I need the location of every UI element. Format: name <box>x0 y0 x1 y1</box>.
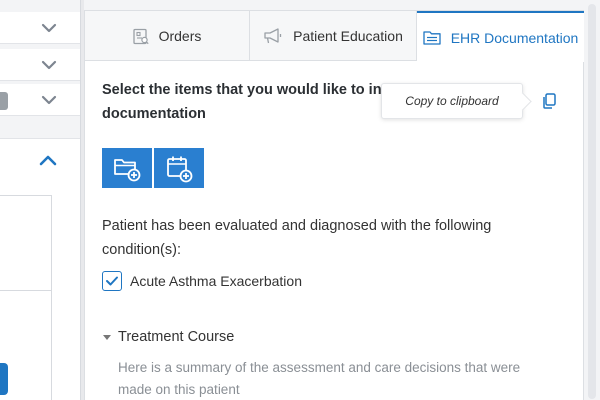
expanded-section <box>0 138 80 400</box>
tab-label: Orders <box>158 28 202 44</box>
tab-bar: Orders Patient Education EHR Documentati… <box>85 11 584 62</box>
collapsed-row[interactable] <box>0 12 80 44</box>
megaphone-icon <box>264 28 282 44</box>
collapsed-row[interactable] <box>0 84 80 116</box>
app-window: Orders Patient Education EHR Documentati… <box>0 0 600 400</box>
condition-checkbox[interactable] <box>102 271 122 291</box>
tooltip-text: Copy to clipboard <box>405 94 499 108</box>
scrollbar-thumb[interactable] <box>588 4 596 399</box>
copy-icon[interactable] <box>540 92 558 110</box>
tab-content: Select the items that you would like to … <box>85 61 583 400</box>
status-badge <box>0 92 8 110</box>
condition-label: Acute Asthma Exacerbation <box>130 273 302 289</box>
copy-tooltip: Copy to clipboard <box>381 83 523 119</box>
treatment-course-toggle[interactable]: Treatment Course <box>102 329 234 345</box>
tab-patient-education[interactable]: Patient Education <box>250 11 417 61</box>
checkmark-icon <box>106 276 118 286</box>
documentation-panel: Orders Patient Education EHR Documentati… <box>84 10 584 400</box>
inner-card <box>0 195 52 291</box>
section-description: Here is a summary of the assessment and … <box>118 360 521 397</box>
orders-icon <box>132 28 149 44</box>
action-button[interactable] <box>0 363 8 395</box>
add-calendar-icon <box>167 156 193 183</box>
section-title: Treatment Course <box>118 329 235 345</box>
collapsed-row[interactable] <box>0 49 80 81</box>
caret-down-icon <box>103 335 111 340</box>
scrollbar[interactable] <box>584 0 600 400</box>
folder-list-icon <box>423 31 441 45</box>
chevron-down-icon[interactable] <box>40 91 58 109</box>
condition-item[interactable]: Acute Asthma Exacerbation <box>102 271 302 291</box>
tab-orders[interactable]: Orders <box>85 11 250 61</box>
add-folder-button[interactable] <box>102 148 152 188</box>
left-panel <box>0 0 80 400</box>
chevron-up-icon[interactable] <box>38 151 58 171</box>
add-calendar-button[interactable] <box>154 148 204 188</box>
chevron-down-icon[interactable] <box>40 19 58 37</box>
tab-label: Patient Education <box>293 28 403 44</box>
tab-label: EHR Documentation <box>450 29 579 46</box>
tab-ehr-documentation[interactable]: EHR Documentation <box>417 11 584 62</box>
add-folder-icon <box>114 159 141 182</box>
chevron-down-icon[interactable] <box>40 56 58 74</box>
diagnosis-text: Patient has been evaluated and diagnosed… <box>102 218 492 258</box>
